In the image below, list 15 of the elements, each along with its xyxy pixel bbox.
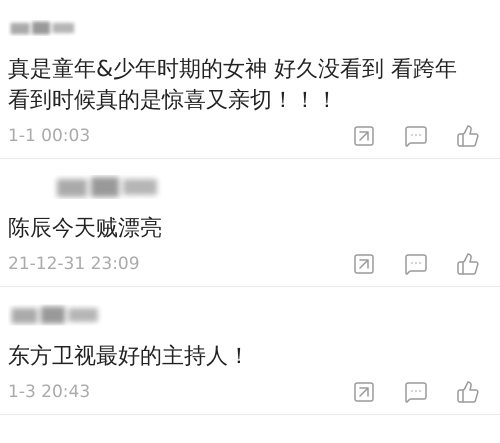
comment-text: 真是童年&少年时期的女神 好久没看到 看跨年看到时候真的是惊喜又亲切！！！ — [8, 56, 458, 115]
thumbs-up-icon[interactable] — [456, 252, 480, 276]
comment-text: 陈辰今天贼漂亮 — [8, 215, 163, 243]
comment-time: 1-1 00:03 — [8, 126, 90, 146]
share-icon[interactable] — [352, 380, 376, 404]
comment-icon[interactable] — [404, 124, 428, 148]
comment-icon[interactable] — [404, 380, 428, 404]
thumbs-up-icon[interactable] — [456, 380, 480, 404]
share-icon[interactable] — [352, 252, 376, 276]
thumbs-up-icon[interactable] — [456, 124, 480, 148]
comment-icon[interactable] — [404, 252, 428, 276]
share-icon[interactable] — [352, 124, 376, 148]
comment-text: 东方卫视最好的主持人！ — [8, 343, 251, 371]
comment-time: 1-3 20:43 — [8, 382, 90, 402]
comment-time: 21-12-31 23:09 — [8, 254, 140, 274]
